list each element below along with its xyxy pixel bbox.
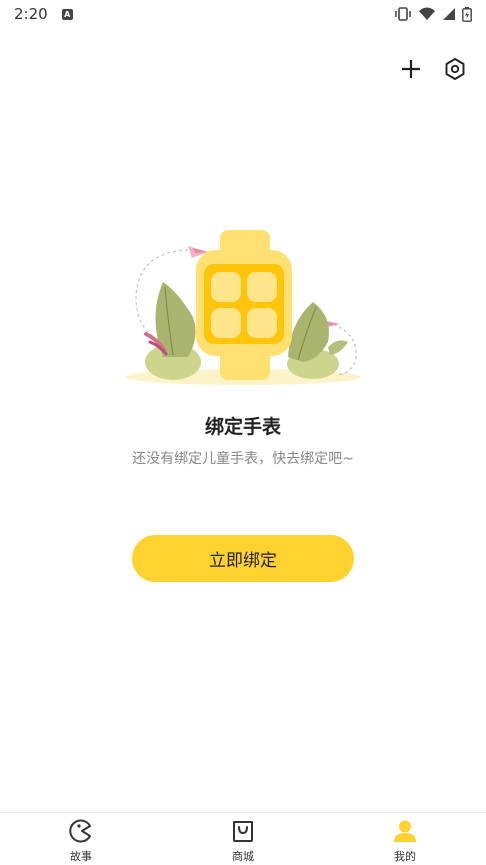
vibrate-icon — [395, 7, 411, 21]
plus-icon — [402, 60, 420, 78]
wifi-icon — [419, 7, 435, 20]
user-icon — [392, 818, 418, 844]
bottom-nav: 故事 商城 我的 — [0, 812, 486, 865]
bind-now-button[interactable]: 立即绑定 — [132, 535, 354, 582]
notification-a-icon: A — [61, 8, 73, 20]
shopping-bag-icon — [230, 818, 256, 844]
settings-button[interactable] — [442, 56, 468, 82]
status-time: 2:20 — [14, 5, 48, 23]
nav-label-story: 故事 — [70, 850, 92, 863]
nav-item-mall[interactable]: 商城 — [162, 813, 324, 865]
settings-icon — [445, 58, 465, 80]
nav-item-story[interactable]: 故事 — [0, 813, 162, 865]
status-left: 2:20 A — [14, 5, 73, 23]
status-right — [394, 6, 472, 22]
status-bar: 2:20 A — [0, 0, 486, 28]
watch-illustration — [125, 230, 361, 385]
nav-label-mine: 我的 — [394, 850, 416, 863]
add-button[interactable] — [398, 56, 424, 82]
battery-icon — [462, 6, 472, 22]
header-actions — [398, 56, 468, 82]
nav-label-mall: 商城 — [232, 850, 254, 863]
empty-state-title: 绑定手表 — [204, 416, 281, 438]
empty-state-subtitle: 还没有绑定儿童手表，快去绑定吧~ — [132, 451, 354, 467]
pacman-icon — [68, 818, 94, 844]
nav-item-mine[interactable]: 我的 — [324, 813, 486, 865]
signal-icon — [443, 8, 455, 20]
